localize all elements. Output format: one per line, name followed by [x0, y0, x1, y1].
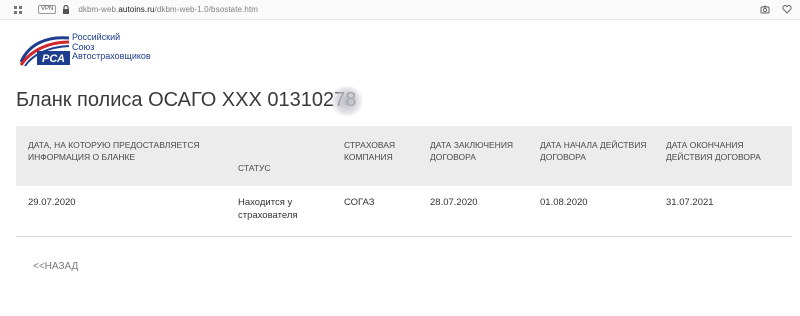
logo-text-line3: Автостраховщиков [72, 51, 151, 61]
url-prefix: dkbm-web. [78, 5, 119, 14]
rsa-logo-mark-icon: РСА [19, 36, 70, 67]
table-row: 29.07.2020 Находится у страхователя СОГА… [16, 186, 792, 240]
logo-mark-text: РСА [42, 53, 65, 65]
header-contract-date: ДАТА ЗАКЛЮЧЕНИЯ ДОГОВОРА [430, 140, 514, 162]
cell-start-date: 01.08.2020 [540, 197, 588, 208]
table-header-row: ДАТА, НА КОТОРУЮ ПРЕДОСТАВЛЯЕТСЯ ИНФОРМА… [16, 126, 792, 186]
policy-status-table: ДАТА, НА КОТОРУЮ ПРЕДОСТАВЛЯЕТСЯ ИНФОРМА… [16, 126, 792, 240]
divider [16, 236, 792, 237]
header-end-date: ДАТА ОКОНЧАНИЯ ДЕЙСТВИЯ ДОГОВОРА [666, 140, 761, 162]
header-start-date: ДАТА НАЧАЛА ДЕЙСТВИЯ ДОГОВОРА [540, 140, 647, 162]
cell-status: Находится у страхователя [238, 197, 298, 221]
logo-text: Российский Союз Автостраховщиков [72, 32, 151, 62]
cell-info-date: 29.07.2020 [28, 197, 76, 208]
header-insurance-company: СТРАХОВАЯ КОМПАНИЯ [344, 140, 396, 162]
lock-icon[interactable] [62, 4, 70, 14]
camera-icon[interactable] [760, 4, 770, 14]
browser-address-bar: VPN dkbm-web.autoins.ru/dkbm-web-1.0/bso… [0, 0, 800, 20]
apps-grid-icon[interactable] [14, 5, 22, 14]
rsa-logo[interactable]: РСА Российский Союз Автостраховщиков [19, 30, 179, 70]
url-text[interactable]: dkbm-web.autoins.ru/dkbm-web-1.0/bsostat… [78, 5, 258, 14]
header-info-date: ДАТА, НА КОТОРУЮ ПРЕДОСТАВЛЯЕТСЯ ИНФОРМА… [28, 140, 200, 162]
page-title: Бланк полиса ОСАГО ХХХ 01310278 [16, 89, 357, 111]
url-path: /dkbm-web-1.0/bsostate.htm [154, 5, 259, 14]
cell-end-date: 31.07.2021 [666, 197, 714, 208]
redaction-blur [330, 86, 364, 116]
header-status: СТАТУС [238, 162, 271, 173]
cell-contract-date: 28.07.2020 [430, 197, 478, 208]
cell-insurance-company: СОГАЗ [344, 197, 375, 208]
heart-icon[interactable] [782, 4, 792, 14]
vpn-badge[interactable]: VPN [38, 5, 57, 14]
back-link[interactable]: <<НАЗАД [33, 261, 78, 272]
url-domain: autoins.ru [118, 5, 155, 14]
